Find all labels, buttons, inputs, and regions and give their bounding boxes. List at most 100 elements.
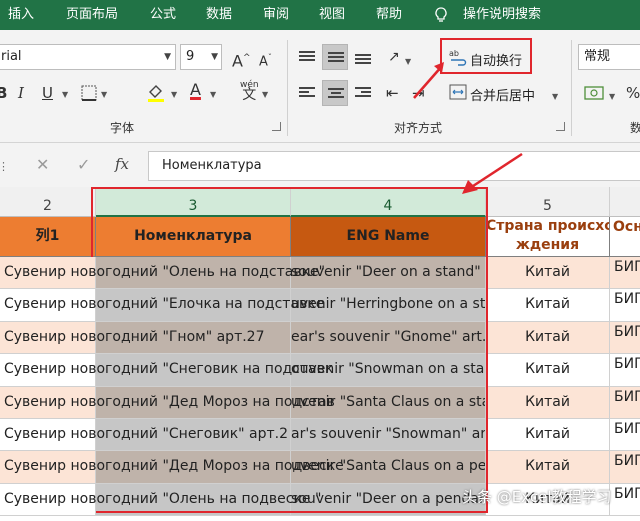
font-group-label: 字体 — [110, 121, 135, 135]
align-left-button[interactable] — [294, 80, 320, 106]
name-box-dropdown-icon[interactable]: ⋮ — [0, 157, 9, 177]
align-center-button[interactable] — [322, 80, 348, 106]
chevron-down-icon[interactable]: ▼ — [609, 87, 615, 107]
cell-col1-text: Сувенир новогодний "Олень на подвеске " — [4, 490, 322, 507]
cell-col1[interactable]: Сувенир новогодний "Гном" арт.27 — [0, 321, 264, 355]
font-name-value: rial — [1, 49, 22, 64]
cell-col1-text: Сувенир новогодний "Снеговик на подставк — [4, 361, 334, 378]
font-color-icon[interactable]: A — [190, 80, 201, 100]
cell-osn[interactable]: БИГ — [610, 354, 640, 387]
header-country-line-1: Страна происхо — [486, 218, 610, 234]
cell-col1[interactable]: Сувенир новогодний "Дед Мороз на подстав — [0, 386, 335, 419]
number-format-value: 常规 — [584, 49, 611, 64]
orientation-icon[interactable]: ↗ — [388, 47, 400, 67]
underline-icon[interactable]: U — [42, 83, 53, 103]
merge-center-button[interactable]: 合并后居中 — [470, 85, 535, 104]
formula-input[interactable]: Номенклатура — [148, 151, 640, 181]
cell-country[interactable]: Китай — [486, 257, 610, 290]
percent-format-icon[interactable]: % — [626, 83, 640, 103]
alignment-dialog-launcher-icon[interactable] — [556, 122, 565, 131]
cell-osn[interactable]: БИГ — [610, 451, 640, 484]
cell-col1[interactable]: Сувенир новогодний "Дед Мороз на подвеск… — [0, 451, 344, 484]
increase-indent-icon[interactable]: ⇥ — [412, 83, 425, 103]
cancel-icon[interactable]: ✕ — [36, 155, 49, 175]
cell-country[interactable]: Китай — [486, 419, 610, 452]
menu-formulas[interactable]: 公式 — [150, 0, 176, 30]
align-right-button[interactable] — [350, 80, 376, 106]
cell-osn[interactable]: БИГ — [610, 321, 640, 355]
tell-me-search[interactable]: 操作说明搜索 — [463, 0, 541, 30]
cell-col1[interactable]: Сувенир новогодний "Снеговик" арт.2 — [0, 419, 288, 452]
cell-col1-text: Сувенир новогодний "Дед Мороз на подстав — [4, 393, 335, 410]
cell-osn[interactable]: БИГ — [610, 483, 640, 517]
chevron-down-icon: ▼ — [211, 52, 218, 62]
cell-eng-name[interactable]: ar's souvenir "Snowman" art.27 — [291, 419, 486, 452]
phonetic-icon[interactable]: wén 文 — [240, 80, 259, 102]
enter-icon[interactable]: ✓ — [77, 155, 90, 175]
cell-osn[interactable]: БИГ — [610, 419, 640, 452]
merge-center-icon[interactable] — [449, 84, 467, 100]
chevron-down-icon[interactable]: ▼ — [405, 52, 411, 72]
header-cell-eng-name[interactable]: ENG Name — [291, 217, 486, 257]
cell-osn[interactable]: БИГ — [610, 257, 640, 290]
decrease-indent-icon[interactable]: ⇤ — [386, 83, 399, 103]
header-country-line-2: ждения — [515, 237, 580, 253]
column-header-3[interactable]: 3 — [96, 187, 291, 217]
column-header-4[interactable]: 4 — [291, 187, 486, 217]
font-size-value: 9 — [186, 49, 195, 64]
insert-function-icon[interactable]: fx — [115, 154, 129, 174]
cell-country[interactable]: Китай — [486, 451, 610, 484]
cell-col1[interactable]: Сувенир новогодний "Олень на подвеске " — [0, 483, 321, 517]
align-top-button[interactable] — [294, 44, 320, 70]
chevron-down-icon[interactable]: ▼ — [262, 85, 268, 105]
borders-icon[interactable] — [80, 84, 98, 102]
number-format-select[interactable]: 常规 — [578, 44, 640, 70]
chevron-down-icon[interactable]: ▼ — [210, 85, 216, 105]
header-cell-nomenclature[interactable]: Номенклатура — [96, 217, 291, 257]
menu-review[interactable]: 审阅 — [263, 0, 289, 30]
cell-osn[interactable]: БИГ — [610, 289, 640, 322]
header-cell-osn[interactable]: Осн — [610, 217, 640, 257]
align-middle-button[interactable] — [322, 44, 348, 70]
increase-font-icon[interactable]: A^ — [232, 48, 251, 71]
italic-icon[interactable]: I — [18, 83, 24, 103]
menu-insert[interactable]: 插入 — [8, 0, 34, 30]
font-size-select[interactable]: 9 ▼ — [180, 44, 222, 70]
chevron-down-icon: ▼ — [164, 52, 171, 62]
cell-col1[interactable]: Сувенир новогодний "Олень на подставке" — [0, 257, 325, 290]
cell-col1-text: Сувенир новогодний "Снеговик" арт.2 — [4, 426, 289, 442]
cell-country[interactable]: Китай — [486, 386, 610, 419]
font-dialog-launcher-icon[interactable] — [272, 122, 281, 131]
column-header-2[interactable]: 2 — [0, 187, 96, 217]
header-cell-col1[interactable]: 列1 — [0, 217, 96, 257]
phonetic-char: 文 — [242, 87, 257, 103]
cell-eng-name[interactable]: ear's souvenir "Gnome" art.27 — [291, 321, 486, 355]
chevron-down-icon[interactable]: ▼ — [552, 87, 558, 107]
column-header-6[interactable] — [610, 187, 640, 217]
align-bottom-button[interactable] — [350, 44, 376, 70]
column-header-5[interactable]: 5 — [486, 187, 610, 217]
cell-col1-text: Сувенир новогодний "Гном" арт.27 — [4, 328, 265, 345]
chevron-down-icon[interactable]: ▼ — [62, 85, 68, 105]
cell-col1[interactable]: Сувенир новогодний "Елочка на подставке — [0, 289, 324, 322]
currency-format-icon[interactable] — [584, 84, 606, 102]
cell-country[interactable]: Китай — [486, 354, 610, 387]
bold-icon[interactable]: B — [0, 83, 7, 103]
cell-country[interactable]: Китай — [486, 321, 610, 355]
cell-col1[interactable]: Сувенир новогодний "Снеговик на подставк — [0, 354, 333, 387]
cell-country[interactable]: Китай — [486, 289, 610, 322]
fill-color-icon[interactable] — [146, 82, 166, 102]
lightbulb-icon — [435, 7, 447, 22]
font-name-select[interactable]: rial ▼ — [0, 44, 176, 70]
wrap-text-icon[interactable]: ab — [449, 48, 467, 66]
header-cell-country[interactable]: Страна происхо ждения — [486, 217, 610, 257]
menu-data[interactable]: 数据 — [206, 0, 232, 30]
chevron-down-icon[interactable]: ▼ — [171, 85, 177, 105]
decrease-font-icon[interactable]: Aˇ — [259, 48, 272, 72]
menu-view[interactable]: 视图 — [319, 0, 345, 30]
cell-osn[interactable]: БИГ — [610, 386, 640, 419]
chevron-down-icon[interactable]: ▼ — [101, 85, 107, 105]
wrap-text-button[interactable]: 自动换行 — [470, 50, 522, 69]
menu-page-layout[interactable]: 页面布局 — [66, 0, 118, 30]
menu-help[interactable]: 帮助 — [376, 0, 402, 30]
